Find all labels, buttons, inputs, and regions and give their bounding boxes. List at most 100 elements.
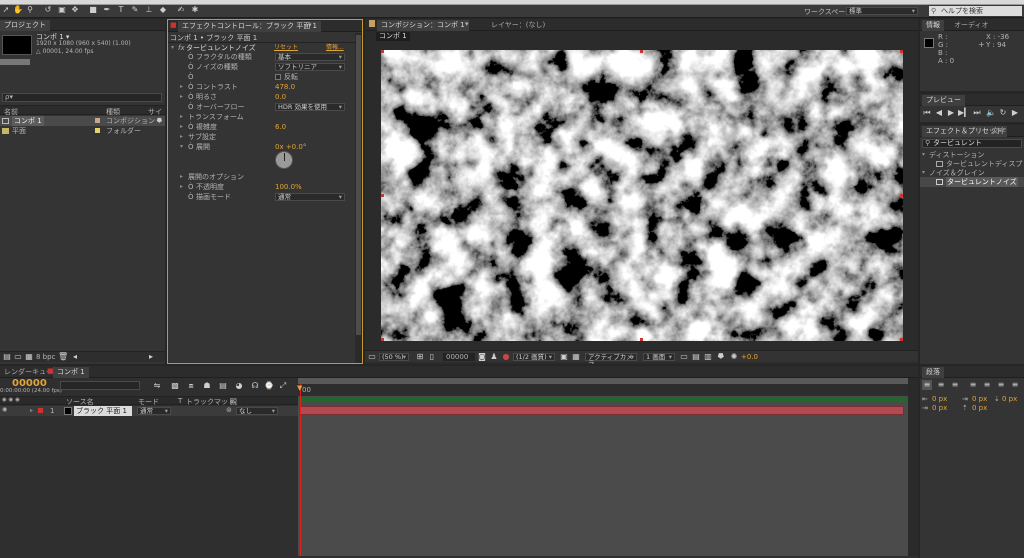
effect-turbulent-noise[interactable]: タービュレントノイズ: [920, 177, 1024, 187]
complexity-value[interactable]: 6.0: [275, 122, 286, 132]
video-eye-icon[interactable]: ◉: [2, 406, 7, 413]
comp-canvas[interactable]: [381, 50, 903, 341]
scrollbar-thumb[interactable]: [356, 35, 361, 335]
time-ruler[interactable]: 00: [298, 384, 908, 396]
brush-tool-icon[interactable]: ✎: [130, 5, 140, 15]
effect-controls-scrollbar[interactable]: [355, 33, 362, 363]
stopwatch-icon[interactable]: Ò: [188, 82, 194, 92]
align-center-icon[interactable]: ≡: [936, 380, 946, 390]
selection-tool-icon[interactable]: ➚: [1, 5, 11, 15]
layer-parent-select[interactable]: なし: [236, 407, 278, 415]
comp-flow-tab[interactable]: コンポ 1: [376, 32, 410, 41]
anchor-handle[interactable]: [900, 50, 903, 53]
justify-center-icon[interactable]: ≡: [982, 380, 992, 390]
twirl-closed-icon[interactable]: ▸: [180, 132, 183, 142]
next-frame-icon[interactable]: ▶▎: [958, 108, 970, 118]
snapshot-icon[interactable]: ◙: [477, 352, 487, 362]
camera-select[interactable]: アクティブカメラ: [585, 353, 637, 364]
tab-comp1[interactable]: コンポ 1: [53, 367, 89, 378]
hand-tool-icon[interactable]: ✋: [13, 5, 23, 15]
interpret-footage-icon[interactable]: ▤: [2, 352, 12, 362]
panel-menu-icon[interactable]: ▾: [308, 21, 312, 29]
cti-handle-icon[interactable]: ▼: [297, 384, 302, 392]
timeline-navigator[interactable]: [298, 398, 908, 402]
scroll-left-icon[interactable]: ◂: [70, 352, 80, 362]
ram-preview-icon[interactable]: ▶: [1010, 108, 1020, 118]
flowchart-icon[interactable]: ⯂: [715, 352, 725, 362]
new-comp-icon[interactable]: ▦: [24, 352, 34, 362]
tab-effect-controls[interactable]: エフェクトコントロール：ブラック 平面 1: [178, 21, 321, 32]
stopwatch-icon[interactable]: Ò: [188, 52, 194, 62]
anchor-handle[interactable]: [900, 194, 903, 197]
motion-blur-icon[interactable]: ◕: [234, 381, 244, 391]
twirl-closed-icon[interactable]: ▸: [180, 182, 183, 192]
draft-3d-icon[interactable]: ⧈: [186, 381, 196, 391]
frame-blending-icon[interactable]: ▤: [218, 381, 228, 391]
stamp-tool-icon[interactable]: ⊥: [144, 5, 154, 15]
layer-mode-select[interactable]: 通常: [137, 407, 171, 415]
anchor-handle[interactable]: [640, 50, 643, 53]
timeline-track-area[interactable]: 00 ▼: [297, 378, 908, 556]
audio-icon[interactable]: 🔈: [986, 108, 996, 118]
prev-frame-icon[interactable]: ◀: [934, 108, 944, 118]
twirl-closed-icon[interactable]: ▸: [180, 122, 183, 132]
blend-mode-select[interactable]: 通常: [275, 193, 345, 201]
layer-name[interactable]: ブラック 平面 1: [74, 406, 132, 416]
transparency-grid-icon[interactable]: ▦: [571, 352, 581, 362]
stopwatch-icon[interactable]: Ò: [188, 122, 194, 132]
tab-paragraph[interactable]: 段落: [922, 367, 944, 378]
channel-icon[interactable]: ●: [501, 352, 511, 362]
pan-behind-tool-icon[interactable]: ✥: [70, 5, 80, 15]
tab-project[interactable]: プロジェクト: [0, 20, 50, 31]
rotate-tool-icon[interactable]: ↺: [43, 5, 53, 15]
comp-lock-icon[interactable]: [369, 20, 375, 27]
views-select[interactable]: 1 画面: [643, 353, 675, 361]
scroll-right-icon[interactable]: ▸: [146, 352, 156, 362]
workspace-select[interactable]: 標準: [846, 7, 918, 15]
align-right-icon[interactable]: ≡: [950, 380, 960, 390]
twirl-closed-icon[interactable]: ▸: [180, 172, 183, 182]
opacity-value[interactable]: 100.0%: [275, 182, 302, 192]
tab-character[interactable]: 文字: [988, 126, 1010, 137]
bpc-label[interactable]: 8 bpc: [36, 353, 55, 361]
resolution-select[interactable]: (1/2 画質): [513, 353, 555, 361]
noise-type-select[interactable]: ソフトリニア: [275, 63, 345, 71]
stopwatch-icon[interactable]: Ò: [188, 182, 194, 192]
twirl-closed-icon[interactable]: ▸: [180, 82, 183, 92]
graph-editor-icon[interactable]: ⤢: [278, 381, 288, 391]
panel-menu-icon[interactable]: ▾: [465, 20, 469, 28]
type-tool-icon[interactable]: T: [116, 5, 126, 15]
tab-info[interactable]: 情報: [922, 20, 944, 31]
timeline-layer-row[interactable]: ◉ ▸ 1 ブラック 平面 1 通常 ⊚ なし: [0, 406, 298, 416]
project-item-comp[interactable]: コンポ 1 コンポジション ⯂: [0, 116, 165, 126]
anchor-handle[interactable]: [640, 338, 643, 341]
twirl-open-icon[interactable]: ▾: [180, 142, 183, 152]
exposure-value[interactable]: +0.0: [741, 353, 758, 361]
roi-icon[interactable]: ▣: [559, 352, 569, 362]
roto-tool-icon[interactable]: ✍: [176, 5, 186, 15]
align-left-icon[interactable]: ≡: [922, 380, 932, 390]
twirl-closed-icon[interactable]: ▸: [30, 407, 33, 414]
indent-left-value[interactable]: 0 px: [932, 395, 947, 403]
first-frame-icon[interactable]: ⏮: [922, 108, 932, 118]
justify-all-icon[interactable]: ≡: [1010, 380, 1020, 390]
shy-icon[interactable]: ☗: [202, 381, 212, 391]
stopwatch-icon[interactable]: Ò: [188, 72, 194, 82]
anchor-handle[interactable]: [381, 194, 384, 197]
timeline-right-scroll[interactable]: [908, 378, 918, 556]
auto-keyframe-icon[interactable]: ⌚: [264, 381, 274, 391]
space-before-value[interactable]: 0 px: [972, 404, 987, 412]
always-preview-icon[interactable]: ▭: [367, 352, 377, 362]
space-after-value[interactable]: 0 px: [1002, 395, 1017, 403]
evolution-dial[interactable]: [275, 151, 293, 169]
justify-right-icon[interactable]: ≡: [996, 380, 1006, 390]
twirl-closed-icon[interactable]: ▸: [180, 112, 183, 122]
anchor-handle[interactable]: [900, 338, 903, 341]
brightness-value[interactable]: 0.0: [275, 92, 286, 102]
overflow-select[interactable]: HDR 効果を使用: [275, 103, 345, 111]
show-snapshot-icon[interactable]: ♟: [489, 352, 499, 362]
timeline-icon[interactable]: ▥: [703, 352, 713, 362]
new-folder-icon[interactable]: ▭: [13, 352, 23, 362]
twirl-closed-icon[interactable]: ▸: [180, 92, 183, 102]
justify-left-icon[interactable]: ≡: [968, 380, 978, 390]
